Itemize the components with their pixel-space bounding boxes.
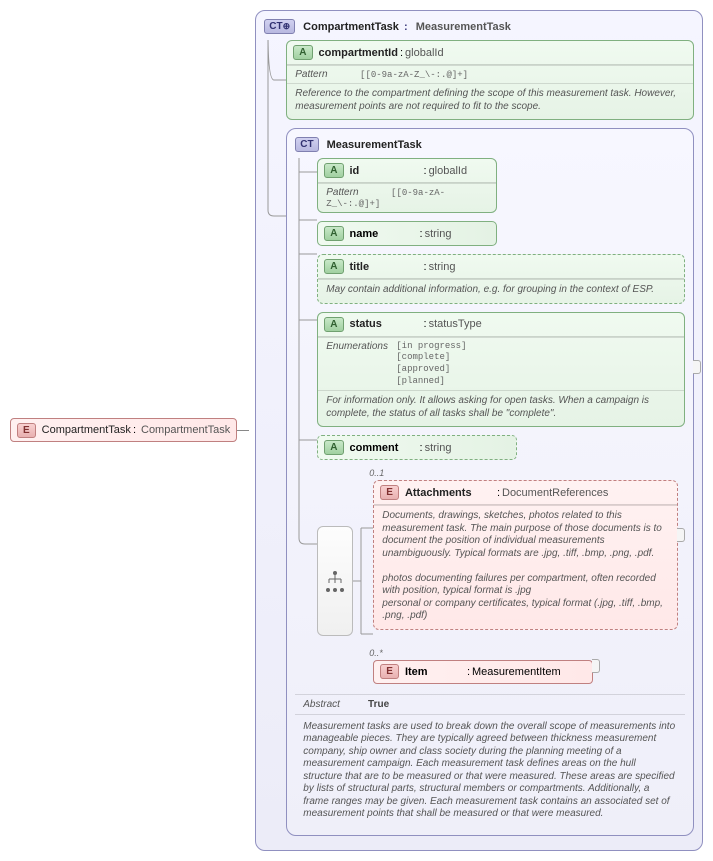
compartmentId-desc: Reference to the compartment defining th… (287, 83, 693, 119)
pattern-row: Pattern [[0-9a-zA-Z_\-:.@]+] (287, 65, 693, 83)
root-element-type: CompartmentTask (141, 424, 230, 436)
root-element-name: CompartmentTask (42, 424, 131, 436)
diagram-root: E CompartmentTask : CompartmentTask CT⊕ … (10, 10, 703, 851)
element-item[interactable]: E Item : MeasurementItem (373, 660, 593, 684)
ct-outer-header: CT⊕ CompartmentTask : MeasurementTask (264, 19, 694, 34)
attachments-desc: Documents, drawings, sketches, photos re… (374, 505, 677, 629)
tree-connector (264, 40, 286, 600)
attr-title[interactable]: A title : string May contain additional … (317, 254, 685, 304)
ct-badge: CT⊕ (264, 19, 295, 34)
complex-type-inner[interactable]: CT MeasurementTask (286, 128, 694, 836)
ct-inner-header: CT MeasurementTask (295, 137, 685, 152)
status-enums: [in progress][complete][approved][planne… (396, 341, 466, 388)
expand-toggle[interactable] (592, 659, 600, 673)
sequence-indicator[interactable] (317, 526, 353, 636)
element-attachments[interactable]: E Attachments : DocumentReferences Docum… (373, 480, 678, 630)
attr-status[interactable]: A status : statusType Enumerations [in p… (317, 312, 685, 428)
measurementtask-description: Measurement tasks are used to break down… (295, 714, 685, 827)
attr-id[interactable]: A id : globalId Pattern [[0-9a-zA-Z_\-:.… (317, 158, 497, 213)
attachments-occurs: 0..1 (369, 468, 678, 478)
expand-toggle-outer[interactable] (693, 360, 701, 374)
attr-compartmentId[interactable]: A compartmentId : globalId Pattern [[0-9… (286, 40, 694, 120)
attr-name[interactable]: A name : string (317, 221, 497, 246)
attribute-badge: A (293, 45, 312, 60)
attr-comment[interactable]: A comment : string (317, 435, 517, 460)
element-badge: E (17, 423, 36, 438)
complex-type-outer[interactable]: CT⊕ CompartmentTask : MeasurementTask (255, 10, 703, 851)
connector (237, 430, 249, 431)
sequence-icon (325, 571, 345, 592)
ct-badge: CT (295, 137, 318, 152)
abstract-row: Abstract True (295, 694, 685, 714)
expand-toggle[interactable] (677, 528, 685, 542)
item-occurs: 0..* (369, 648, 593, 658)
root-element[interactable]: E CompartmentTask : CompartmentTask (10, 418, 237, 442)
tree-connector-inner (295, 158, 317, 628)
